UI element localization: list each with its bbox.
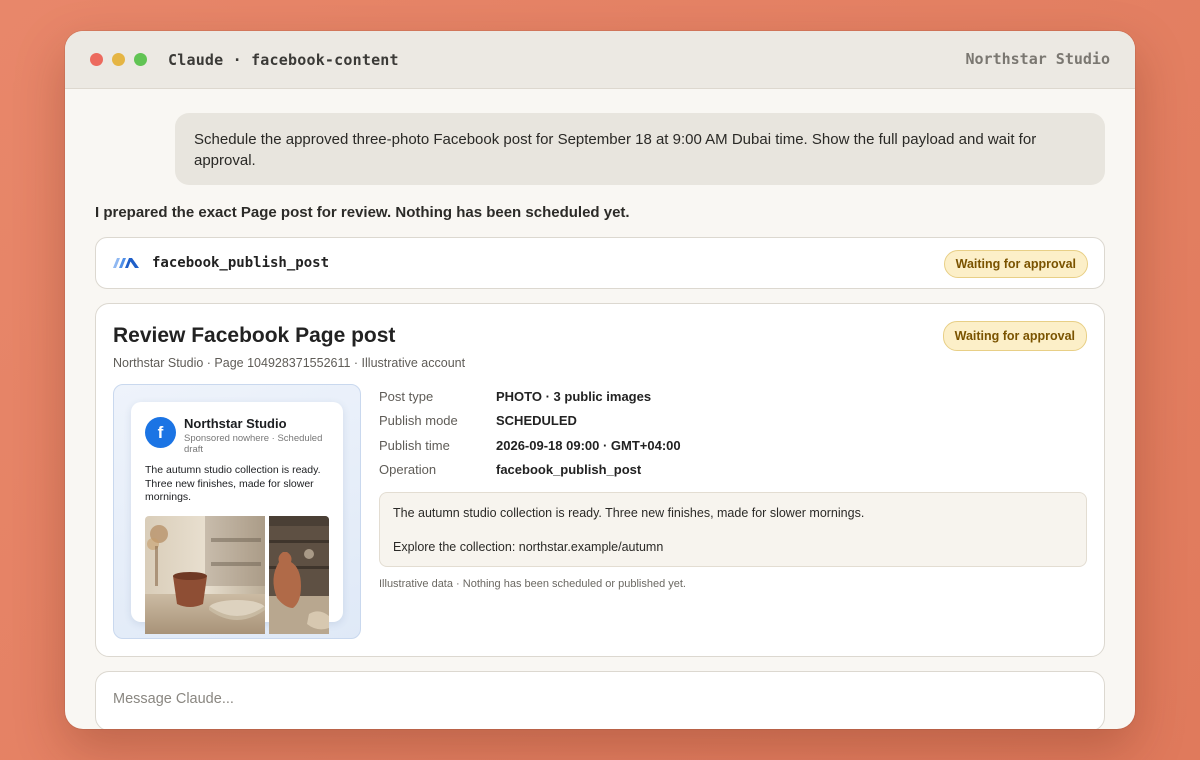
review-card-subtitle: Northstar Studio · Page 104928371552611 … [113, 356, 466, 370]
message-input[interactable] [113, 691, 1087, 707]
detail-value: 2026-09-18 09:00 · GMT+04:00 [496, 437, 681, 453]
user-message: Schedule the approved three-photo Facebo… [175, 113, 1105, 185]
preview-photo-1 [145, 516, 265, 634]
review-status-badge: Waiting for approval [942, 321, 1087, 351]
detail-value: facebook_publish_post [496, 462, 642, 478]
detail-value: PHOTO · 3 public images [496, 388, 652, 404]
maximize-window-button[interactable] [134, 53, 147, 66]
workspace-name: Northstar Studio [965, 50, 1111, 68]
post-caption: The autumn studio collection is ready. T… [379, 492, 1087, 567]
detail-row-publish-mode: Publish mode SCHEDULED [379, 409, 1089, 434]
detail-label: Publish time [379, 437, 450, 453]
post-details: Post type PHOTO · 3 public images Publis… [379, 384, 1089, 590]
detail-row-post-type: Post type PHOTO · 3 public images [379, 384, 1089, 409]
tool-call-row[interactable]: facebook_publish_post Waiting for approv… [95, 237, 1105, 289]
preview-meta: Sponsored nowhere · Scheduled draft [184, 433, 323, 455]
app-window: Claude · facebook-content Northstar Stud… [65, 31, 1135, 729]
detail-label: Publish mode [379, 413, 458, 429]
detail-label: Post type [379, 388, 434, 404]
post-preview: f Northstar Studio Sponsored nowhere · S… [113, 384, 361, 639]
minimize-window-button[interactable] [112, 53, 125, 66]
caption-line: The autumn studio collection is ready. T… [393, 506, 865, 520]
tool-name: facebook_publish_post [152, 255, 330, 271]
detail-row-operation: Operation facebook_publish_post [379, 458, 1089, 483]
illustrative-note: Illustrative data · Nothing has been sch… [379, 578, 686, 590]
review-card: Review Facebook Page post Waiting for ap… [95, 303, 1105, 657]
detail-label: Operation [379, 462, 437, 478]
facebook-post-mock: f Northstar Studio Sponsored nowhere · S… [131, 402, 343, 634]
detail-row-publish-time: Publish time 2026-09-18 09:00 · GMT+04:0… [379, 433, 1089, 458]
preview-photo-2 [269, 516, 329, 634]
detail-value: SCHEDULED [496, 413, 577, 429]
assistant-message: I prepared the exact Page post for revie… [95, 204, 630, 221]
preview-page-name: Northstar Studio [184, 416, 287, 431]
window-controls [90, 53, 147, 66]
connector-logo-icon [113, 258, 139, 268]
title-bar: Claude · facebook-content Northstar Stud… [65, 31, 1135, 89]
message-composer[interactable] [95, 671, 1105, 729]
close-window-button[interactable] [90, 53, 103, 66]
caption-link-line: Explore the collection: northstar.exampl… [393, 540, 664, 554]
preview-text: The autumn studio collection is ready. T… [145, 464, 321, 503]
facebook-icon: f [145, 417, 176, 448]
window-title: Claude · facebook-content [168, 50, 399, 69]
review-card-title: Review Facebook Page post [113, 324, 396, 347]
status-badge: Waiting for approval [943, 250, 1088, 278]
